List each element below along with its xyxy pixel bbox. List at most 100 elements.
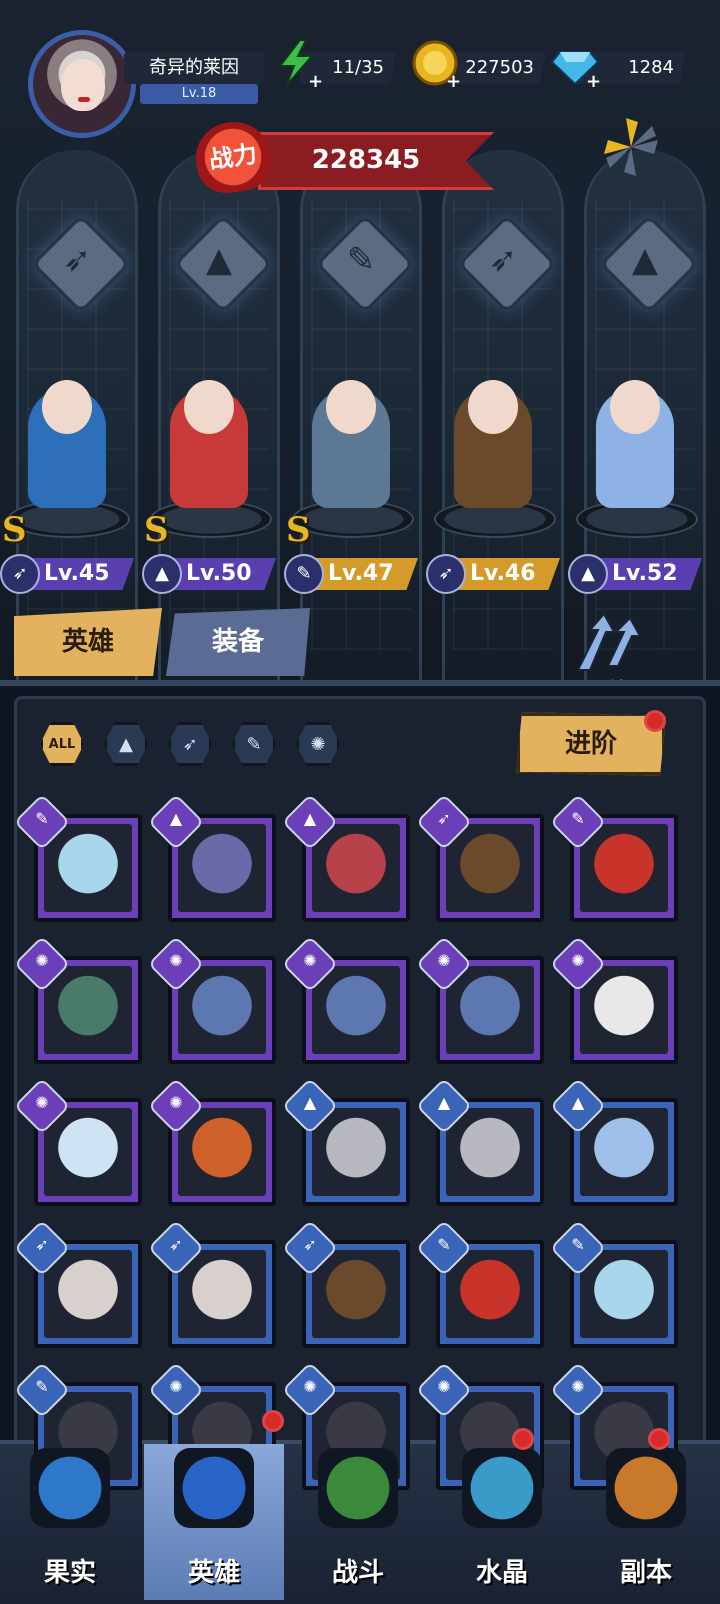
nav-item[interactable]: 果实 [0,1444,140,1600]
nav-notification-dot [512,1428,534,1450]
hero-card[interactable]: ➶ [13,1219,142,1348]
hero-card[interactable]: ▲ [147,793,276,922]
hero-level-tag: ✎ Lv.47 [284,554,418,594]
lineup-hero[interactable] [426,370,560,540]
hero-portrait [446,824,534,912]
nav-item[interactable]: 英雄 [144,1444,284,1600]
hero-level-tag: ▲ Lv.52 [568,554,702,594]
hero-card[interactable]: ✺ [13,935,142,1064]
hero-card[interactable]: ➶ [415,793,544,922]
hero-hat-icon [174,1448,254,1528]
wrench-class-icon: ✎ [284,554,324,594]
wrench-class-icon: ✎ [246,733,262,755]
bond-arrows-icon [576,612,642,671]
lineup-hero[interactable]: S [142,370,276,550]
hero-level: Lv.46 [470,561,536,586]
hero-card[interactable]: ✺ [147,935,276,1064]
hero-card[interactable]: ➶ [147,1219,276,1348]
hero-level-tag: ▲ Lv.50 [142,554,276,594]
advance-notification-dot [644,710,666,732]
lineup-hero[interactable] [568,370,702,540]
nav-item[interactable]: 战斗 [288,1444,428,1600]
hero-head [42,380,92,434]
hero-portrait [580,1250,668,1338]
player-name: 奇异的莱因 [124,52,264,84]
hero-card[interactable]: ✎ [13,793,142,922]
tab-heroes[interactable]: 英雄 [14,608,162,676]
hero-level: Lv.52 [612,561,678,586]
hero-level-tag: ➶ Lv.46 [426,554,560,594]
nav-notification-dot [648,1428,670,1450]
hero-card[interactable]: ✺ [415,935,544,1064]
hero-portrait [580,824,668,912]
hero-level: Lv.45 [44,561,110,586]
hero-card[interactable]: ✎ [549,793,678,922]
energy-add-icon[interactable]: + [272,38,323,91]
hero-level: Lv.47 [328,561,394,586]
wing-class-icon: ➶ [0,554,40,594]
hero-portrait [44,824,132,912]
hero-card[interactable]: ▲ [281,1077,410,1206]
hero-portrait [312,966,400,1054]
nav-label: 果实 [43,1558,96,1588]
hero-level-tag: ➶ Lv.45 [0,554,134,594]
hero-portrait [312,1108,400,1196]
gem-add-icon[interactable]: + [550,38,601,91]
hero-grade: S [2,510,27,550]
hero-grade: S [144,510,169,550]
hero-card[interactable]: ✺ [281,935,410,1064]
hero-portrait [44,1108,132,1196]
hero-card[interactable]: ✺ [147,1077,276,1206]
player-avatar[interactable] [28,30,136,138]
hat-class-icon: ▲ [142,554,182,594]
hero-portrait [44,1250,132,1338]
gold-add-icon[interactable]: + [410,38,461,91]
combat-power-banner: 战力 228345 [191,110,496,197]
hero-head [610,380,660,434]
hero-portrait [446,1108,534,1196]
claw-class-icon: ✺ [310,733,326,755]
hero-card[interactable]: ▲ [281,793,410,922]
hero-card[interactable]: ➶ [281,1219,410,1348]
hat-class-icon: ▲ [119,733,133,755]
nav-label: 战斗 [331,1558,384,1588]
hero-portrait [178,1108,266,1196]
nav-item[interactable]: 副本 [576,1444,716,1600]
nav-item[interactable]: 水晶 [432,1444,572,1600]
hero-portrait [446,966,534,1054]
hero-head [184,380,234,434]
hero-card[interactable]: ▲ [549,1077,678,1206]
nav-label: 副本 [619,1558,672,1588]
nav-notification-dot [262,1410,284,1432]
hero-portrait [178,966,266,1054]
fruit-icon [30,1448,110,1528]
dungeon-portal-icon [606,1448,686,1528]
hero-portrait [580,1108,668,1196]
hero-portrait [446,1250,534,1338]
wing-class-icon: ➶ [426,554,466,594]
player-level: Lv.18 [140,84,258,104]
lineup-hero[interactable]: S [0,370,134,550]
battle-sword-icon [318,1448,398,1528]
hero-head [326,380,376,434]
hero-card[interactable]: ▲ [415,1077,544,1206]
hero-card[interactable]: ✎ [549,1219,678,1348]
wing-class-icon: ➶ [182,733,198,755]
nav-label: 水晶 [475,1558,528,1588]
hero-card[interactable]: ✺ [549,935,678,1064]
tab-equipment[interactable]: 装备 [166,608,310,676]
hero-card[interactable]: ✎ [415,1219,544,1348]
hero-portrait [178,1250,266,1338]
hat-class-icon: ▲ [568,554,608,594]
hero-portrait [580,966,668,1054]
hero-head [468,380,518,434]
lineup-hero[interactable]: S [284,370,418,550]
power-value: 228345 [311,145,421,175]
nav-label: 英雄 [187,1558,240,1588]
crystal-icon [462,1448,542,1528]
pinwheel-menu-icon[interactable] [596,112,666,182]
hero-portrait [312,1250,400,1338]
hero-collection-panel [0,680,720,1486]
hero-card[interactable]: ✺ [13,1077,142,1206]
hero-level: Lv.50 [186,561,252,586]
